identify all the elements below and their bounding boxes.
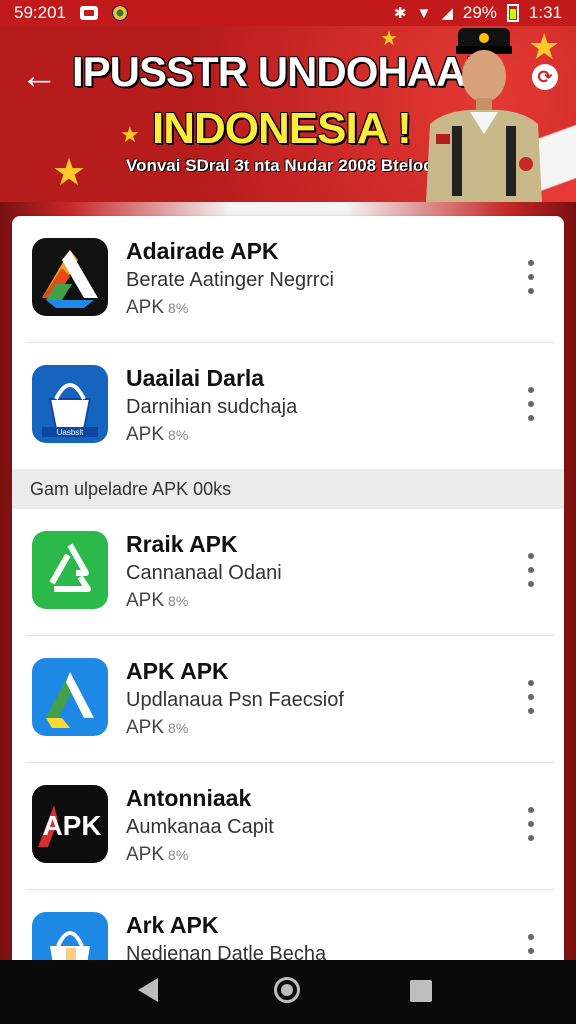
svg-text:Uasbslt: Uasbslt [57, 428, 84, 437]
app-type: APK [126, 590, 165, 611]
app-meta: APK 8% [126, 294, 564, 322]
list-item[interactable]: Rraik APK Cannanaal Odani APK 8% [12, 509, 564, 635]
more-options-icon[interactable] [526, 807, 536, 841]
recycle-icon [32, 531, 108, 609]
system-navigation-bar [0, 960, 576, 1024]
app-name: Adairade APK [126, 238, 279, 264]
banner-subtitle: Vonvai SDral 3t nta Nudar 2008 Btelodel [126, 156, 448, 175]
list-item[interactable]: APK Antonniaak Aumkanaa Capit APK 8% [12, 763, 564, 889]
app-size: 8% [168, 427, 189, 443]
app-list: Adairade APK Berate Aatinger Negrrci APK… [12, 216, 564, 960]
svg-text:APK: APK [42, 810, 101, 841]
drive-style-icon [32, 238, 108, 316]
app-type: APK [126, 717, 165, 738]
section-header: Gam ulpeladre APK 00ks [12, 469, 564, 509]
app-size: 8% [168, 720, 189, 736]
app-type: APK [126, 844, 165, 865]
more-options-icon[interactable] [526, 260, 536, 294]
app-description: Aumkanaa Capit [126, 816, 274, 838]
bucket-icon: Uasbslt [32, 365, 108, 443]
more-options-icon[interactable] [526, 553, 536, 587]
app-meta: APK 8% [126, 587, 564, 615]
banner-title-country: INDONESIA ! [152, 104, 412, 153]
app-name: APK APK [126, 658, 229, 684]
bag-icon [32, 912, 108, 960]
app-name: Uaailai Darla [126, 365, 265, 391]
more-options-icon[interactable] [526, 934, 536, 960]
app-notification-icon [112, 5, 128, 21]
app-type: APK [126, 297, 165, 318]
list-item[interactable]: APK APK Updlanaua Psn Faecsiof APK 8% [12, 636, 564, 762]
app-description: Darnihian sudchaja [126, 396, 298, 418]
app-meta: APK 8% [126, 421, 564, 449]
triangle-icon [32, 658, 108, 736]
app-type: APK [126, 424, 165, 445]
app-size: 8% [168, 593, 189, 609]
banner-title: IPUSSTR UNDOHAAN [72, 48, 496, 95]
app-name: Antonniaak [126, 785, 252, 811]
app-description: Nedienan Datle Becha [126, 943, 327, 960]
status-bar: 59:201 ✱ ▼ ◢ 29% 1:31 [0, 0, 576, 26]
app-size: 8% [168, 847, 189, 863]
app-name: Rraik APK [126, 531, 238, 557]
star-icon: ★ [52, 152, 87, 194]
app-name: Ark APK [126, 912, 219, 938]
app-size: 8% [168, 300, 189, 316]
message-notification-icon [80, 6, 98, 20]
app-meta: APK 8% [126, 841, 564, 869]
wifi-icon: ▼ [416, 4, 432, 22]
soldier-portrait [426, 28, 542, 202]
apk-logo-icon: APK [32, 785, 108, 863]
refresh-icon[interactable]: ⟳ [532, 64, 558, 90]
status-time-left: 59:201 [14, 3, 66, 22]
star-icon: ★ [120, 122, 140, 147]
nav-back-icon[interactable] [138, 978, 158, 1002]
more-options-icon[interactable] [526, 680, 536, 714]
battery-icon [506, 4, 519, 22]
signal-icon: ◢ [441, 5, 453, 22]
app-meta: APK 8% [126, 714, 564, 742]
list-item[interactable]: Adairade APK Berate Aatinger Negrrci APK… [12, 216, 564, 342]
back-arrow-button[interactable]: ← [20, 56, 60, 96]
battery-percent: 29% [462, 3, 497, 22]
more-options-icon[interactable] [526, 387, 536, 421]
app-description: Berate Aatinger Negrrci [126, 269, 334, 291]
nav-recents-icon[interactable] [410, 980, 432, 1002]
app-description: Updlanaua Psn Faecsiof [126, 689, 344, 711]
list-item[interactable]: Ark APK Nedienan Datle Becha [12, 890, 564, 960]
status-time-right: 1:31 [528, 3, 562, 22]
bluetooth-icon: ✱ [393, 5, 407, 22]
header-banner: ★ ★ ★ ★ ★ ← IPUSSTR UNDOHAAN INDONESIA !… [0, 26, 576, 202]
nav-home-icon[interactable] [274, 977, 300, 1003]
app-description: Cannanaal Odani [126, 562, 282, 584]
list-item[interactable]: Uasbslt Uaailai Darla Darnihian sudchaja… [12, 343, 564, 469]
